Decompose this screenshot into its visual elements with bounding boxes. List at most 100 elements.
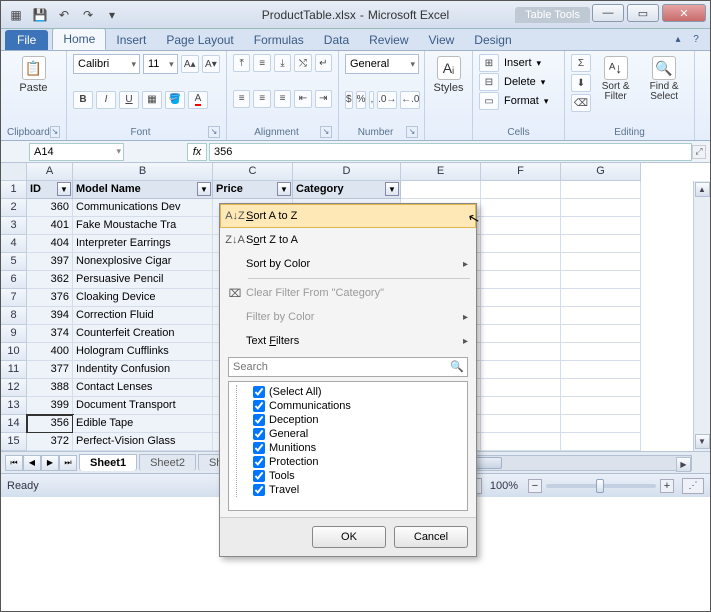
align-middle[interactable]: ≡ bbox=[253, 54, 270, 72]
grow-font[interactable]: A▴ bbox=[181, 55, 199, 73]
cell[interactable]: Persuasive Pencil bbox=[73, 271, 213, 289]
shrink-font[interactable]: A▾ bbox=[202, 55, 220, 73]
cell[interactable]: 399 bbox=[27, 397, 73, 415]
row-header[interactable]: 15 bbox=[1, 433, 27, 451]
align-center[interactable]: ≡ bbox=[253, 90, 270, 108]
cell[interactable]: Perfect-Vision Glass bbox=[73, 433, 213, 451]
font-color-button[interactable]: A bbox=[188, 91, 208, 109]
zoom-thumb[interactable] bbox=[596, 479, 604, 493]
excel-icon[interactable]: ▦ bbox=[5, 5, 27, 25]
resize-grip[interactable]: ⋰ bbox=[682, 478, 704, 494]
cell[interactable]: Interpreter Earrings bbox=[73, 235, 213, 253]
zoom-out[interactable]: − bbox=[528, 479, 542, 493]
tab-formulas[interactable]: Formulas bbox=[244, 30, 314, 50]
sheet-nav-next[interactable]: ▶ bbox=[41, 455, 59, 471]
insert-cells[interactable]: ⊞ bbox=[479, 54, 499, 72]
cancel-button[interactable]: Cancel bbox=[394, 526, 468, 548]
filter-item[interactable]: Munitions bbox=[243, 441, 464, 455]
sort-filter-button[interactable]: ᴬ↓Sort & Filter bbox=[594, 54, 637, 104]
menu-sort-by-color[interactable]: Sort by Color ▸ bbox=[220, 252, 476, 276]
filter-checkbox[interactable] bbox=[253, 484, 265, 496]
formula-expand[interactable]: ⤢ bbox=[692, 145, 706, 159]
vertical-scrollbar[interactable]: ▲ ▼ bbox=[693, 181, 710, 451]
col-header-b[interactable]: B bbox=[73, 163, 213, 181]
wrap-text[interactable]: ↵ bbox=[315, 54, 332, 72]
paste-button[interactable]: 📋 Paste bbox=[7, 54, 60, 96]
zoom-in[interactable]: + bbox=[660, 479, 674, 493]
cell[interactable]: Contact Lenses bbox=[73, 379, 213, 397]
cell[interactable]: Communications Dev bbox=[73, 199, 213, 217]
scroll-up-icon[interactable]: ▲ bbox=[695, 182, 710, 197]
row-header[interactable]: 12 bbox=[1, 379, 27, 397]
align-bottom[interactable]: ⤓ bbox=[274, 54, 291, 72]
ribbon-minimize[interactable]: ▴ bbox=[670, 31, 686, 47]
inc-decimal[interactable]: .0→ bbox=[377, 91, 397, 109]
filter-dropdown-button[interactable]: ▼ bbox=[197, 182, 211, 196]
tab-page-layout[interactable]: Page Layout bbox=[156, 30, 243, 50]
scroll-down-icon[interactable]: ▼ bbox=[695, 434, 710, 449]
cell[interactable]: 362 bbox=[27, 271, 73, 289]
undo-button[interactable]: ↶ bbox=[53, 5, 75, 25]
cell[interactable]: 394 bbox=[27, 307, 73, 325]
filter-checkbox[interactable] bbox=[253, 414, 265, 426]
row-header[interactable]: 14 bbox=[1, 415, 27, 433]
sheet-tab-1[interactable]: Sheet1 bbox=[79, 454, 137, 471]
col-header-g[interactable]: G bbox=[561, 163, 641, 181]
border-button[interactable]: ▦ bbox=[142, 91, 162, 109]
table-header-id[interactable]: ID▼ bbox=[27, 181, 73, 199]
number-format-combo[interactable]: General bbox=[345, 54, 419, 74]
align-left[interactable]: ≡ bbox=[233, 90, 250, 108]
row-header[interactable]: 13 bbox=[1, 397, 27, 415]
help-button[interactable]: ? bbox=[688, 31, 704, 47]
delete-cells[interactable]: ⊟ bbox=[479, 73, 499, 91]
row-header[interactable]: 5 bbox=[1, 253, 27, 271]
cell[interactable]: Fake Moustache Tra bbox=[73, 217, 213, 235]
tab-review[interactable]: Review bbox=[359, 30, 418, 50]
filter-checkbox[interactable] bbox=[253, 386, 265, 398]
align-top[interactable]: ⤒ bbox=[233, 54, 250, 72]
cell[interactable]: Document Transport bbox=[73, 397, 213, 415]
maximize-button[interactable]: ▭ bbox=[627, 4, 659, 22]
bold-button[interactable]: B bbox=[73, 91, 93, 109]
cell[interactable]: Nonexplosive Cigar bbox=[73, 253, 213, 271]
styles-button[interactable]: Aᵢ Styles bbox=[431, 54, 466, 96]
col-header-e[interactable]: E bbox=[401, 163, 481, 181]
indent-inc[interactable]: ⇥ bbox=[315, 90, 332, 108]
filter-checkbox[interactable] bbox=[253, 428, 265, 440]
save-button[interactable]: 💾 bbox=[29, 5, 51, 25]
comma-button[interactable]: , bbox=[369, 91, 374, 109]
filter-checkbox[interactable] bbox=[253, 456, 265, 468]
row-header[interactable]: 3 bbox=[1, 217, 27, 235]
row-header[interactable]: 9 bbox=[1, 325, 27, 343]
find-select-button[interactable]: 🔍Find & Select bbox=[640, 54, 688, 104]
table-header-price[interactable]: Price▼ bbox=[213, 181, 293, 199]
clear-button[interactable]: ⌫ bbox=[571, 94, 591, 112]
fill-color-button[interactable]: 🪣 bbox=[165, 91, 185, 109]
cell[interactable]: 400 bbox=[27, 343, 73, 361]
ok-button[interactable]: OK bbox=[312, 526, 386, 548]
formula-input[interactable]: 356 bbox=[209, 143, 692, 161]
row-header[interactable]: 11 bbox=[1, 361, 27, 379]
filter-item[interactable]: Protection bbox=[243, 455, 464, 469]
name-box[interactable]: A14 bbox=[29, 143, 124, 161]
filter-checkbox[interactable] bbox=[253, 470, 265, 482]
row-header[interactable]: 6 bbox=[1, 271, 27, 289]
cell[interactable]: 397 bbox=[27, 253, 73, 271]
select-all-corner[interactable] bbox=[1, 163, 27, 181]
alignment-launcher[interactable]: ↘ bbox=[320, 126, 332, 138]
fill-button[interactable]: ⬇ bbox=[571, 74, 591, 92]
menu-sort-za[interactable]: Z↓A Sort Z to A bbox=[220, 228, 476, 252]
font-name-combo[interactable]: Calibri bbox=[73, 54, 140, 74]
tab-view[interactable]: View bbox=[419, 30, 465, 50]
tab-home[interactable]: Home bbox=[52, 28, 106, 50]
filter-checkbox-list[interactable]: (Select All)CommunicationsDeceptionGener… bbox=[228, 381, 468, 511]
percent-button[interactable]: % bbox=[356, 91, 367, 109]
table-header-model[interactable]: Model Name▼ bbox=[73, 181, 213, 199]
filter-item[interactable]: Travel bbox=[243, 483, 464, 497]
cell[interactable]: 376 bbox=[27, 289, 73, 307]
menu-sort-az[interactable]: A↓Z Sort A to Z bbox=[220, 204, 476, 228]
qat-customize[interactable]: ▾ bbox=[101, 5, 123, 25]
filter-dropdown-button[interactable]: ▼ bbox=[277, 182, 291, 196]
filter-item[interactable]: (Select All) bbox=[243, 385, 464, 399]
menu-text-filters[interactable]: Text Filters ▸ bbox=[220, 329, 476, 353]
